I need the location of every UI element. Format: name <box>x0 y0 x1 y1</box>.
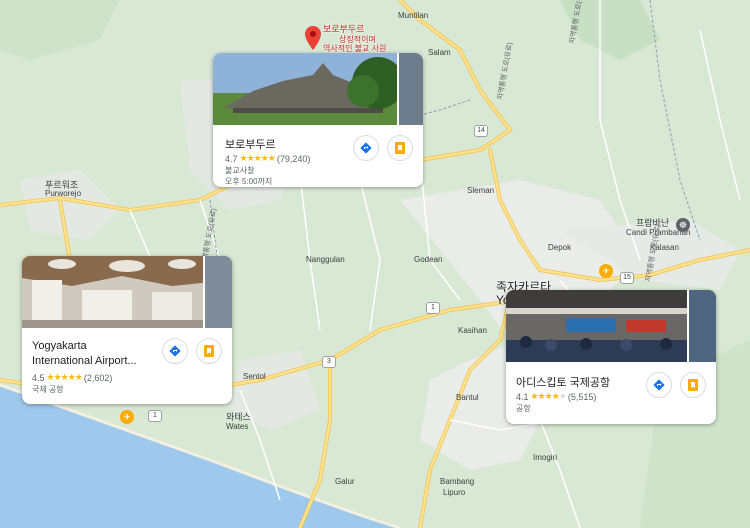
place-rating: 4.5 ★★★★★ (2,602) <box>32 372 112 383</box>
rating-value: 4.1 <box>516 391 529 402</box>
town-depok: Depok <box>548 243 572 252</box>
place-rating: 4.1 ★★★★★ (5,515) <box>516 391 596 402</box>
town-wates: Wates <box>226 422 249 431</box>
place-card-yia[interactable]: Yogyakarta International Airport... 4.5 … <box>22 256 232 404</box>
place-photo[interactable] <box>22 256 232 328</box>
place-card-adisucipto[interactable]: 아디스킵토 국제공항 4.1 ★★★★★ (5,515) 공항 <box>506 290 716 424</box>
town-salam: Salam <box>428 48 451 57</box>
place-title: 아디스킵토 국제공항 <box>516 377 611 389</box>
directions-button[interactable] <box>353 135 379 161</box>
road-shield: 1 <box>426 302 440 314</box>
map-pin-icon[interactable] <box>305 26 321 50</box>
place-category: 불교사찰 <box>225 166 255 175</box>
directions-icon <box>653 379 665 391</box>
town-nanggulan: Nanggulan <box>306 255 345 264</box>
bookmark-icon <box>395 142 405 154</box>
place-category: 국제 공항 <box>32 385 64 394</box>
directions-icon <box>360 142 372 154</box>
directions-button[interactable] <box>162 338 188 364</box>
town-kasihan: Kasihan <box>458 326 487 335</box>
road-shield: 3 <box>322 356 336 368</box>
town-galur: Galur <box>335 477 355 486</box>
save-button[interactable] <box>196 338 222 364</box>
road-shield: 15 <box>620 272 634 284</box>
star-rating-icon: ★★★★★ <box>46 372 83 382</box>
place-photo[interactable] <box>506 290 716 362</box>
bookmark-icon <box>204 345 214 357</box>
place-category: 공항 <box>516 404 531 413</box>
town-imogiri: Imogiri <box>533 453 558 462</box>
airport-marker-icon[interactable]: ✈ <box>120 410 134 424</box>
review-count: (79,240) <box>276 153 311 164</box>
pin-label-title: 보로부두르 <box>323 24 365 34</box>
save-button[interactable] <box>387 135 413 161</box>
place-title-line1: Yogyakarta <box>32 340 87 352</box>
rating-value: 4.7 <box>225 153 238 164</box>
place-rating: 4.7 ★★★★★ (79,240) <box>225 153 310 164</box>
temple-marker-icon[interactable]: ☸ <box>676 218 690 232</box>
place-title: 보로부두르 <box>225 139 276 151</box>
town-bambang: Bambang <box>440 477 475 486</box>
airport-marker-icon[interactable]: ✈ <box>599 264 613 278</box>
town-sleman: Sleman <box>467 186 495 195</box>
pin-label-sub: 상징적이며 <box>339 35 376 44</box>
town-godean: Godean <box>414 255 443 264</box>
review-count: (2,602) <box>83 372 113 383</box>
place-title-line2: International Airport... <box>32 355 137 367</box>
place-card-borobudur[interactable]: 보로부두르 4.7 ★★★★★ (79,240) 불교사찰 오후 5:00까지 <box>213 53 423 187</box>
directions-icon <box>169 345 181 357</box>
road-shield: 1 <box>148 410 162 422</box>
star-rating-icon: ★★★★★ <box>530 391 567 401</box>
place-hours: 오후 5:00까지 <box>225 177 273 186</box>
review-count: (5,515) <box>567 391 597 402</box>
star-rating-icon: ★★★★★ <box>239 153 276 163</box>
town-bantul: Bantul <box>456 393 479 402</box>
town-muntilan: Muntilan <box>398 11 429 20</box>
pin-label-sub: 역사적인 불교 사원 <box>323 44 387 53</box>
town-sentolo: Sentol <box>243 372 266 381</box>
rating-value: 4.5 <box>32 372 45 383</box>
place-photo[interactable] <box>213 53 423 125</box>
town-purworejo: Purworejo <box>45 189 82 198</box>
town-lipuro: Lipuro <box>443 488 466 497</box>
map-canvas[interactable]: Muntilan Salam 푸르워조 Purworejo Sleman Dep… <box>0 0 750 528</box>
save-button[interactable] <box>680 372 706 398</box>
directions-button[interactable] <box>646 372 672 398</box>
road-shield: 14 <box>474 125 488 137</box>
bookmark-icon <box>688 379 698 391</box>
